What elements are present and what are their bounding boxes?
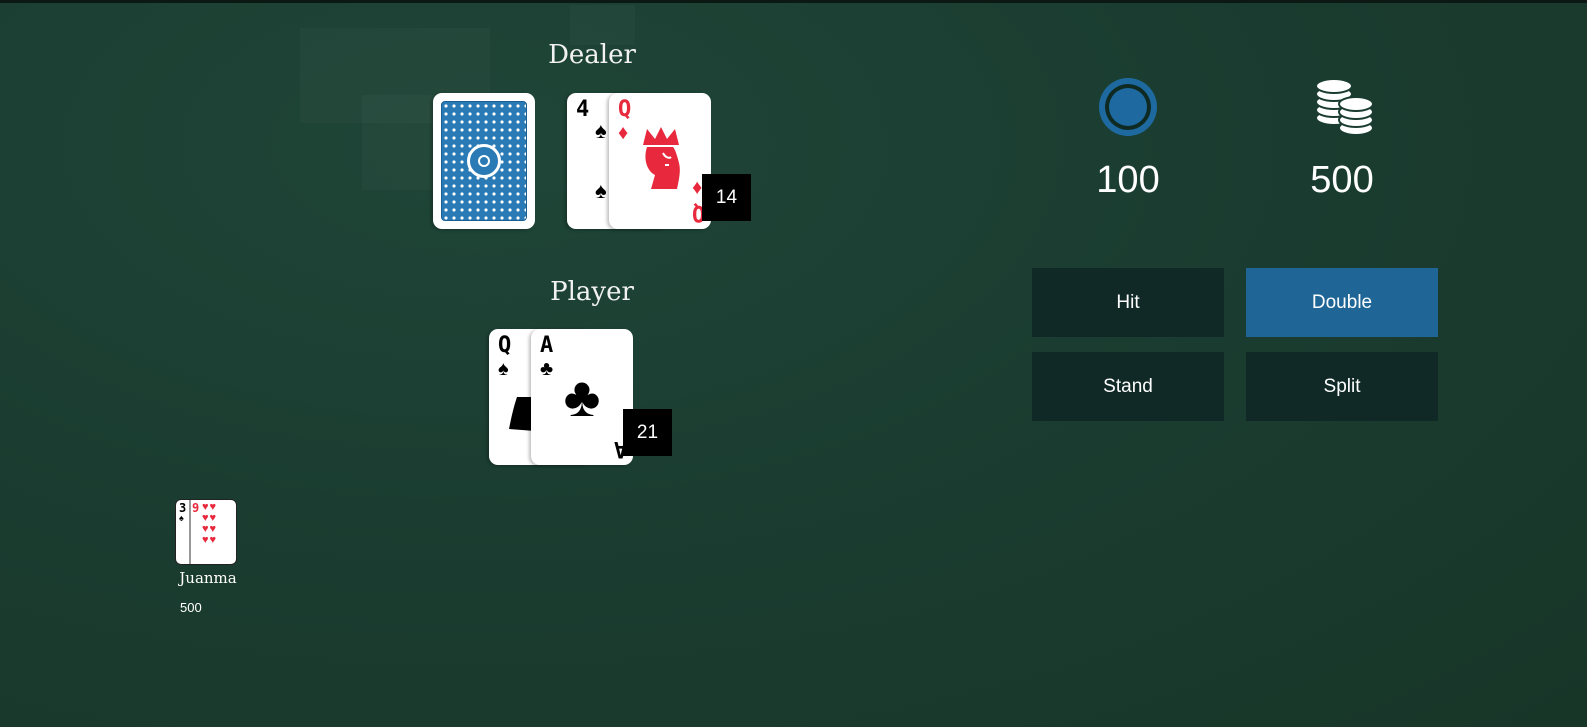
card-back-pattern [441,101,527,221]
hit-button[interactable]: Hit [1032,268,1224,337]
card-rank: 4 [576,97,590,122]
queen-face-icon [643,127,680,189]
card-rank: A [540,333,554,358]
player-card-2: A ♣ ♣ A [531,329,633,465]
spade-icon: ♠ [498,358,509,380]
chip-icon [1099,78,1157,136]
dealer-title: Dealer [548,40,636,70]
background-shape [570,5,635,45]
coins-icon [1315,78,1374,136]
top-bar [0,0,1587,3]
seat-player-name: Juanma [179,569,237,587]
double-button[interactable]: Double [1246,268,1438,337]
card-rank: Q [618,97,632,122]
spade-icon: ♠ [179,513,184,523]
player-title: Player [550,277,634,307]
split-button[interactable]: Split [1246,352,1438,421]
spade-icon: ♠ [595,178,607,203]
balance-value: 500 [1310,159,1374,201]
heart-icon: ♥♥ ♥♥ ♥♥ ♥♥ [202,501,218,546]
seat-player-balance: 500 [180,600,202,615]
mini-card-rank: 9 [192,501,200,515]
dealer-card-back [433,93,535,229]
dealer-score: 14 [702,174,751,221]
card-rank: Q [498,333,512,358]
mini-card-divider [189,500,191,564]
seat-hand-thumbnail: 3 ♠ 9 ♥♥ ♥♥ ♥♥ ♥♥ [176,500,236,564]
spade-icon: ♠ [595,118,607,143]
club-icon: ♣ [563,365,601,428]
dealer-card-2: Q ♦ Q ♦ [609,93,711,229]
diamond-icon: ♦ [691,177,702,199]
card-back-medallion [467,144,501,178]
diamond-icon: ♦ [618,122,629,144]
stand-button[interactable]: Stand [1032,352,1224,421]
bet-value: 100 [1096,159,1160,201]
player-score: 21 [623,409,672,456]
